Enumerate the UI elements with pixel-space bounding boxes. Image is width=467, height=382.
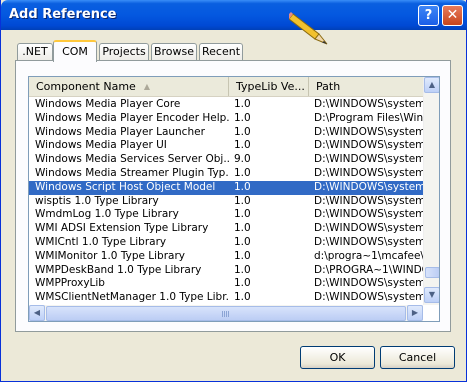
scroll-up-button[interactable]: ▲ [424,77,439,93]
list-item[interactable]: Windows Media Player UI 1.0 D:\WINDOWS\sys… [29,139,423,153]
title-bar[interactable]: Add Reference ? ✕ [1,0,467,30]
list-item[interactable]: Windows Media Player Launcher 1.0 D:\WINDO… [29,126,423,140]
component-name: wisptis 1.0 Type Library [35,194,159,207]
typelib-version: 1.0 [234,291,251,304]
list-item[interactable]: WMPDeskBand 1.0 Type Library 1.0 D:\PROGRA… [29,264,423,278]
component-name: Windows Media Player Launcher [35,125,205,138]
vertical-scroll-thumb[interactable] [425,267,439,278]
component-name: WmdmLog 1.0 Type Library [35,208,179,221]
list-item[interactable]: Windows Media Player Encoder Help... 1.0 D… [29,112,423,126]
column-header-typelib-version[interactable]: TypeLib Ve... [229,77,309,96]
cancel-button[interactable]: Cancel [380,346,455,369]
list-item[interactable]: WMPProxyLib 1.0 D:\WINDOWS\system32 [29,277,423,291]
component-name: WMPProxyLib [35,277,105,290]
column-header-component-name[interactable]: Component Name ▲ [29,77,229,96]
component-path: D:\WINDOWS\system32 [314,180,423,193]
tab-browse[interactable]: Browse [151,43,197,61]
typelib-version: 9.0 [234,153,251,166]
typelib-version: 1.0 [234,125,251,138]
typelib-version: 1.0 [234,166,251,179]
component-name: Windows Media Services Server Obj... [35,153,229,166]
tab-recent[interactable]: Recent [199,43,243,61]
tab-net[interactable]: .NET [17,43,53,61]
typelib-version: 1.0 [234,277,251,290]
component-name: Windows Media Streamer Plugin Typ... [35,166,229,179]
component-name: WMPDeskBand 1.0 Type Library [35,263,202,276]
typelib-version: 1.0 [234,180,251,193]
horizontal-scroll-thumb[interactable] [46,306,406,321]
component-path: D:\WINDOWS\system32 [314,98,423,110]
component-name: WMIMonitor 1.0 Type Library [35,249,185,262]
typelib-version: 1.0 [234,208,251,221]
component-name: WMSClientNetManager 1.0 Type Libr... [35,291,229,304]
component-name: Windows Media Player Encoder Help... [35,111,229,124]
tab-com[interactable]: COM [53,40,97,62]
help-button[interactable]: ? [418,5,439,26]
tab-projects[interactable]: Projects [99,43,149,61]
list-item[interactable]: WMSClientNetManager 1.0 Type Libr... 1.0 D… [29,291,423,305]
list-item[interactable]: Windows Media Services Server Obj... 9.0 D… [29,153,423,167]
component-name: Windows Media Player Core [35,98,181,110]
list-item[interactable]: WMIMonitor 1.0 Type Library 1.0 d:\progra~… [29,250,423,264]
horizontal-scrollbar[interactable]: ◀ ▶ [29,305,423,321]
column-label: Component Name [36,80,136,93]
component-name: WMICntl 1.0 Type Library [35,235,167,248]
component-path: D:\PROGRA~1\WINDOW~2 [314,263,423,276]
component-path: D:\WINDOWS\system32 [314,125,423,138]
component-name: WMI ADSI Extension Type Library [35,222,209,235]
list-item[interactable]: Windows Media Streamer Plugin Typ... 1.0 D… [29,167,423,181]
typelib-version: 1.0 [234,139,251,152]
component-path: D:\WINDOWS\system32 [314,235,423,248]
typelib-version: 1.0 [234,235,251,248]
component-path: d:\progra~1\mcafee\msc [314,249,423,262]
scroll-right-button[interactable]: ▶ [407,305,423,321]
close-button[interactable]: ✕ [442,5,463,26]
list-item[interactable]: WMICntl 1.0 Type Library 1.0 D:\WINDOWS\sy… [29,236,423,250]
window-title: Add Reference [9,7,117,22]
component-path: D:\WINDOWS\system32 [314,277,423,290]
component-path: D:\Program Files\Windows Media Player [314,111,423,124]
vertical-scrollbar[interactable]: ▲ ▼ [423,77,439,305]
component-path: D:\WINDOWS\system32 [314,166,423,179]
scroll-down-button[interactable]: ▼ [424,287,439,303]
typelib-version: 1.0 [234,249,251,262]
pencil-icon [289,12,328,45]
typelib-version: 1.0 [234,263,251,276]
component-path: D:\WINDOWS\system32 [314,194,423,207]
list-item[interactable]: Windows Media Player Core 1.0 D:\WINDOWS\s… [29,98,423,112]
grip-icon [222,311,230,317]
sort-ascending-icon: ▲ [143,82,150,91]
list-item[interactable]: WmdmLog 1.0 Type Library 1.0 D:\WINDOWS\sy… [29,208,423,222]
column-header-path[interactable]: Path [309,77,423,96]
list-item[interactable]: wisptis 1.0 Type Library 1.0 D:\WINDOWS\sy… [29,195,423,209]
list-rows: Windows Media Player Core 1.0 D:\WINDOWS\s… [29,98,423,305]
component-path: D:\WINDOWS\system32 [314,153,423,166]
component-name: Windows Script Host Object Model [35,180,216,193]
list-item[interactable]: WMI ADSI Extension Type Library 1.0 D:\WIN… [29,222,423,236]
component-path: D:\WINDOWS\system32 [314,139,423,152]
scroll-left-button[interactable]: ◀ [29,305,45,321]
component-path: D:\WINDOWS\system32 [314,208,423,221]
typelib-version: 1.0 [234,194,251,207]
add-reference-dialog: Add Reference ? ✕ .NET COM Projects Brow… [0,0,467,382]
component-path: D:\WINDOWS\system32 [314,222,423,235]
typelib-version: 1.0 [234,111,251,124]
list-header: Component Name ▲ TypeLib Ve... Path [29,77,423,97]
component-name: Windows Media Player UI [35,139,167,152]
ok-button[interactable]: OK [300,346,375,369]
component-list[interactable]: Component Name ▲ TypeLib Ve... Path Windo… [28,76,440,322]
list-item-selected[interactable]: Windows Script Host Object Model 1.0 D:\WI… [29,180,423,195]
typelib-version: 1.0 [234,222,251,235]
typelib-version: 1.0 [234,98,251,110]
component-path: D:\WINDOWS\system32 [314,291,423,304]
